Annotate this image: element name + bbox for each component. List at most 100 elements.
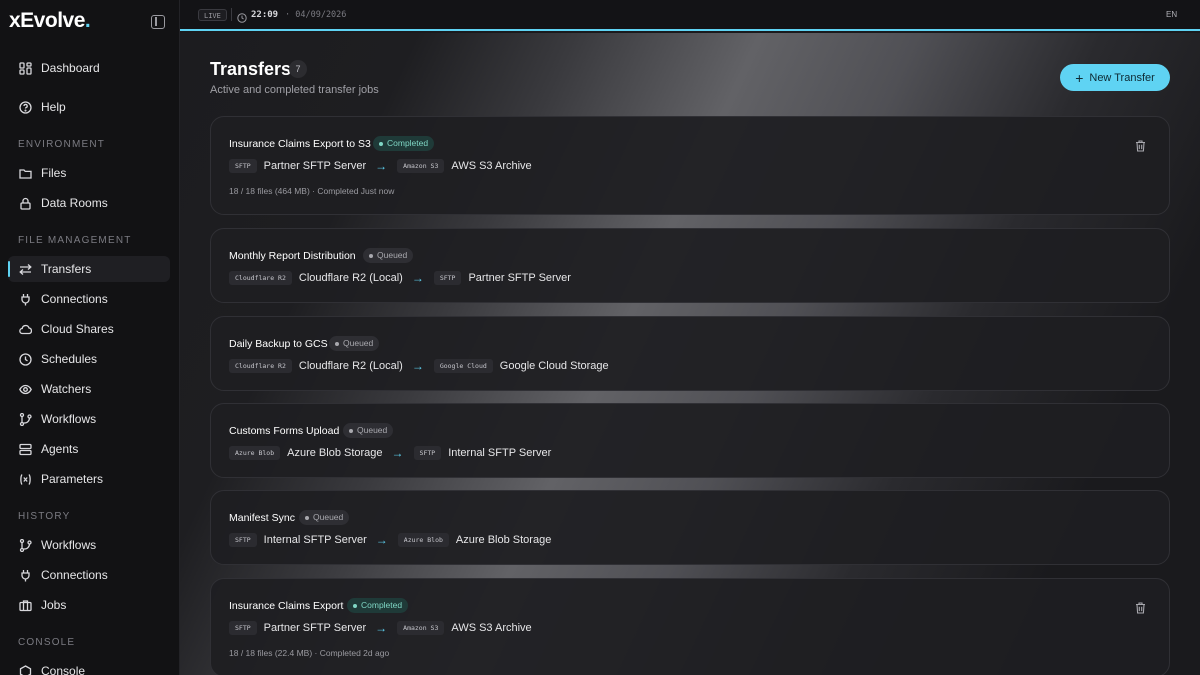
sidebar-item-label: Connections [41, 292, 108, 306]
sidebar-item-label: Schedules [41, 352, 98, 366]
arrow-right-icon: → [375, 159, 388, 173]
cloud-icon [18, 322, 32, 336]
source-name: Azure Blob Storage [287, 447, 383, 459]
transfer-title: Daily Backup to GCS [229, 338, 328, 350]
transfer-card[interactable]: Insurance Claims Export Completed SFTP P… [210, 578, 1170, 675]
sidebar-item-schedules[interactable]: Schedules [8, 346, 170, 372]
status-badge: Completed [373, 136, 435, 151]
sidebar-item-label: Agents [41, 442, 79, 456]
sidebar-item-jobs[interactable]: Jobs [8, 592, 170, 618]
transfer-count-badge: 7 [289, 60, 307, 78]
plug-icon [18, 568, 32, 582]
source-name: Cloudflare R2 (Local) [298, 272, 403, 284]
sidebar-item-label: Parameters [41, 472, 104, 486]
page-subtitle: Active and completed transfer jobs [210, 84, 379, 96]
transfer-title: Insurance Claims Export [229, 600, 344, 612]
arrow-right-icon: → [411, 271, 424, 285]
status-badge: Queued [343, 423, 394, 438]
transfer-card[interactable]: Daily Backup to GCS Queued Cloudflare R2… [210, 316, 1170, 391]
sidebar-item-console[interactable]: Console [8, 658, 170, 675]
sidebar-item-cloud-shares[interactable]: Cloud Shares [8, 316, 170, 342]
destination-name: Google Cloud Storage [499, 360, 609, 372]
destination-type-tag: SFTP [433, 271, 462, 285]
destination-type-tag: Amazon S3 [397, 621, 445, 635]
plug-icon [18, 292, 32, 306]
clock-icon [18, 352, 32, 366]
status-badge: Queued [299, 510, 350, 525]
transfer-route: SFTP Internal SFTP Server → Azure Blob A… [229, 533, 551, 547]
new-transfer-label: New Transfer [1089, 71, 1155, 84]
sidebar-item-files[interactable]: Files [8, 160, 170, 186]
sidebar-item-label: Workflows [41, 412, 97, 426]
transfer-route: SFTP Partner SFTP Server → Amazon S3 AWS… [229, 159, 532, 173]
transfer-route: Cloudflare R2 Cloudflare R2 (Local) → SF… [229, 271, 571, 285]
variable-icon [18, 472, 32, 486]
sidebar-item-watchers[interactable]: Watchers [8, 376, 170, 402]
sidebar-item-workflows[interactable]: Workflows [8, 406, 170, 432]
transfer-route: Cloudflare R2 Cloudflare R2 (Local) → Go… [229, 359, 609, 373]
sidebar-item-label: Files [41, 166, 67, 180]
destination-type-tag: Amazon S3 [397, 159, 445, 173]
transfer-title: Insurance Claims Export to S3 [229, 138, 371, 150]
brand-logo[interactable]: xEvolve. [9, 9, 91, 33]
sidebar-item-history-workflows[interactable]: Workflows [8, 532, 170, 558]
workflow-icon [18, 538, 32, 552]
destination-type-tag: Google Cloud [433, 359, 493, 373]
sidebar-item-label: Jobs [41, 598, 67, 612]
destination-type-tag: Azure Blob [397, 533, 449, 547]
eye-icon [18, 382, 32, 396]
sidebar-item-transfers[interactable]: Transfers [8, 256, 170, 282]
transfer-icon [18, 262, 32, 276]
transfer-meta: 18 / 18 files (22.4 MB) · Completed 2d a… [229, 648, 390, 658]
section-label-environment: ENVIRONMENT [18, 139, 106, 150]
transfer-title: Manifest Sync [229, 512, 295, 524]
trash-icon[interactable] [1135, 139, 1146, 157]
grid-icon [18, 61, 32, 75]
transfer-title: Monthly Report Distribution [229, 250, 356, 262]
transfer-card[interactable]: Monthly Report Distribution Queued Cloud… [210, 228, 1170, 303]
sidebar-item-agents[interactable]: Agents [8, 436, 170, 462]
transfer-card[interactable]: Manifest Sync Queued SFTP Internal SFTP … [210, 490, 1170, 565]
sidebar-item-connections[interactable]: Connections [8, 286, 170, 312]
trash-icon[interactable] [1135, 601, 1146, 619]
transfer-title: Customs Forms Upload [229, 425, 340, 437]
transfer-card[interactable]: Customs Forms Upload Queued Azure Blob A… [210, 403, 1170, 478]
source-type-tag: Cloudflare R2 [229, 359, 292, 373]
sidebar-item-history-connections[interactable]: Connections [8, 562, 170, 588]
sidebar-item-help[interactable]: Help [8, 94, 170, 120]
language-selector[interactable]: EN [1166, 10, 1177, 19]
new-transfer-button[interactable]: + New Transfer [1060, 64, 1170, 91]
clock-time: 22:09 [251, 10, 279, 20]
section-label-console: CONSOLE [18, 637, 76, 648]
destination-type-tag: SFTP [413, 446, 442, 460]
destination-name: Partner SFTP Server [468, 272, 571, 284]
workflow-icon [18, 412, 32, 426]
page-title: Transfers [210, 59, 292, 79]
hexagon-icon [18, 664, 32, 675]
section-label-file-management: FILE MANAGEMENT [18, 235, 132, 246]
destination-name: Internal SFTP Server [448, 447, 552, 459]
sidebar-item-parameters[interactable]: Parameters [8, 466, 170, 492]
source-type-tag: SFTP [229, 159, 257, 173]
main-content: Transfers 7 Active and completed transfe… [180, 33, 1200, 675]
source-name: Partner SFTP Server [263, 622, 367, 634]
source-type-tag: Azure Blob [229, 446, 281, 460]
sidebar: xEvolve. Dashboard Help ENVIRONMENT File… [0, 0, 180, 675]
sidebar-collapse-icon[interactable] [151, 15, 165, 29]
sidebar-item-data-rooms[interactable]: Data Rooms [8, 190, 170, 216]
sidebar-item-label: Cloud Shares [41, 322, 114, 336]
source-name: Internal SFTP Server [263, 534, 367, 546]
sidebar-item-dashboard[interactable]: Dashboard [8, 55, 170, 81]
source-type-tag: SFTP [229, 621, 257, 635]
source-type-tag: SFTP [229, 533, 257, 547]
destination-name: AWS S3 Archive [451, 160, 532, 172]
sidebar-item-label: Data Rooms [41, 196, 108, 210]
destination-name: Azure Blob Storage [455, 534, 552, 546]
status-badge: Queued [329, 336, 380, 351]
topbar-divider [231, 8, 232, 21]
transfer-card[interactable]: Insurance Claims Export to S3 Completed … [210, 116, 1170, 215]
plus-icon: + [1075, 69, 1084, 86]
destination-name: AWS S3 Archive [451, 622, 532, 634]
transfer-route: SFTP Partner SFTP Server → Amazon S3 AWS… [229, 621, 532, 635]
help-icon [18, 100, 32, 114]
